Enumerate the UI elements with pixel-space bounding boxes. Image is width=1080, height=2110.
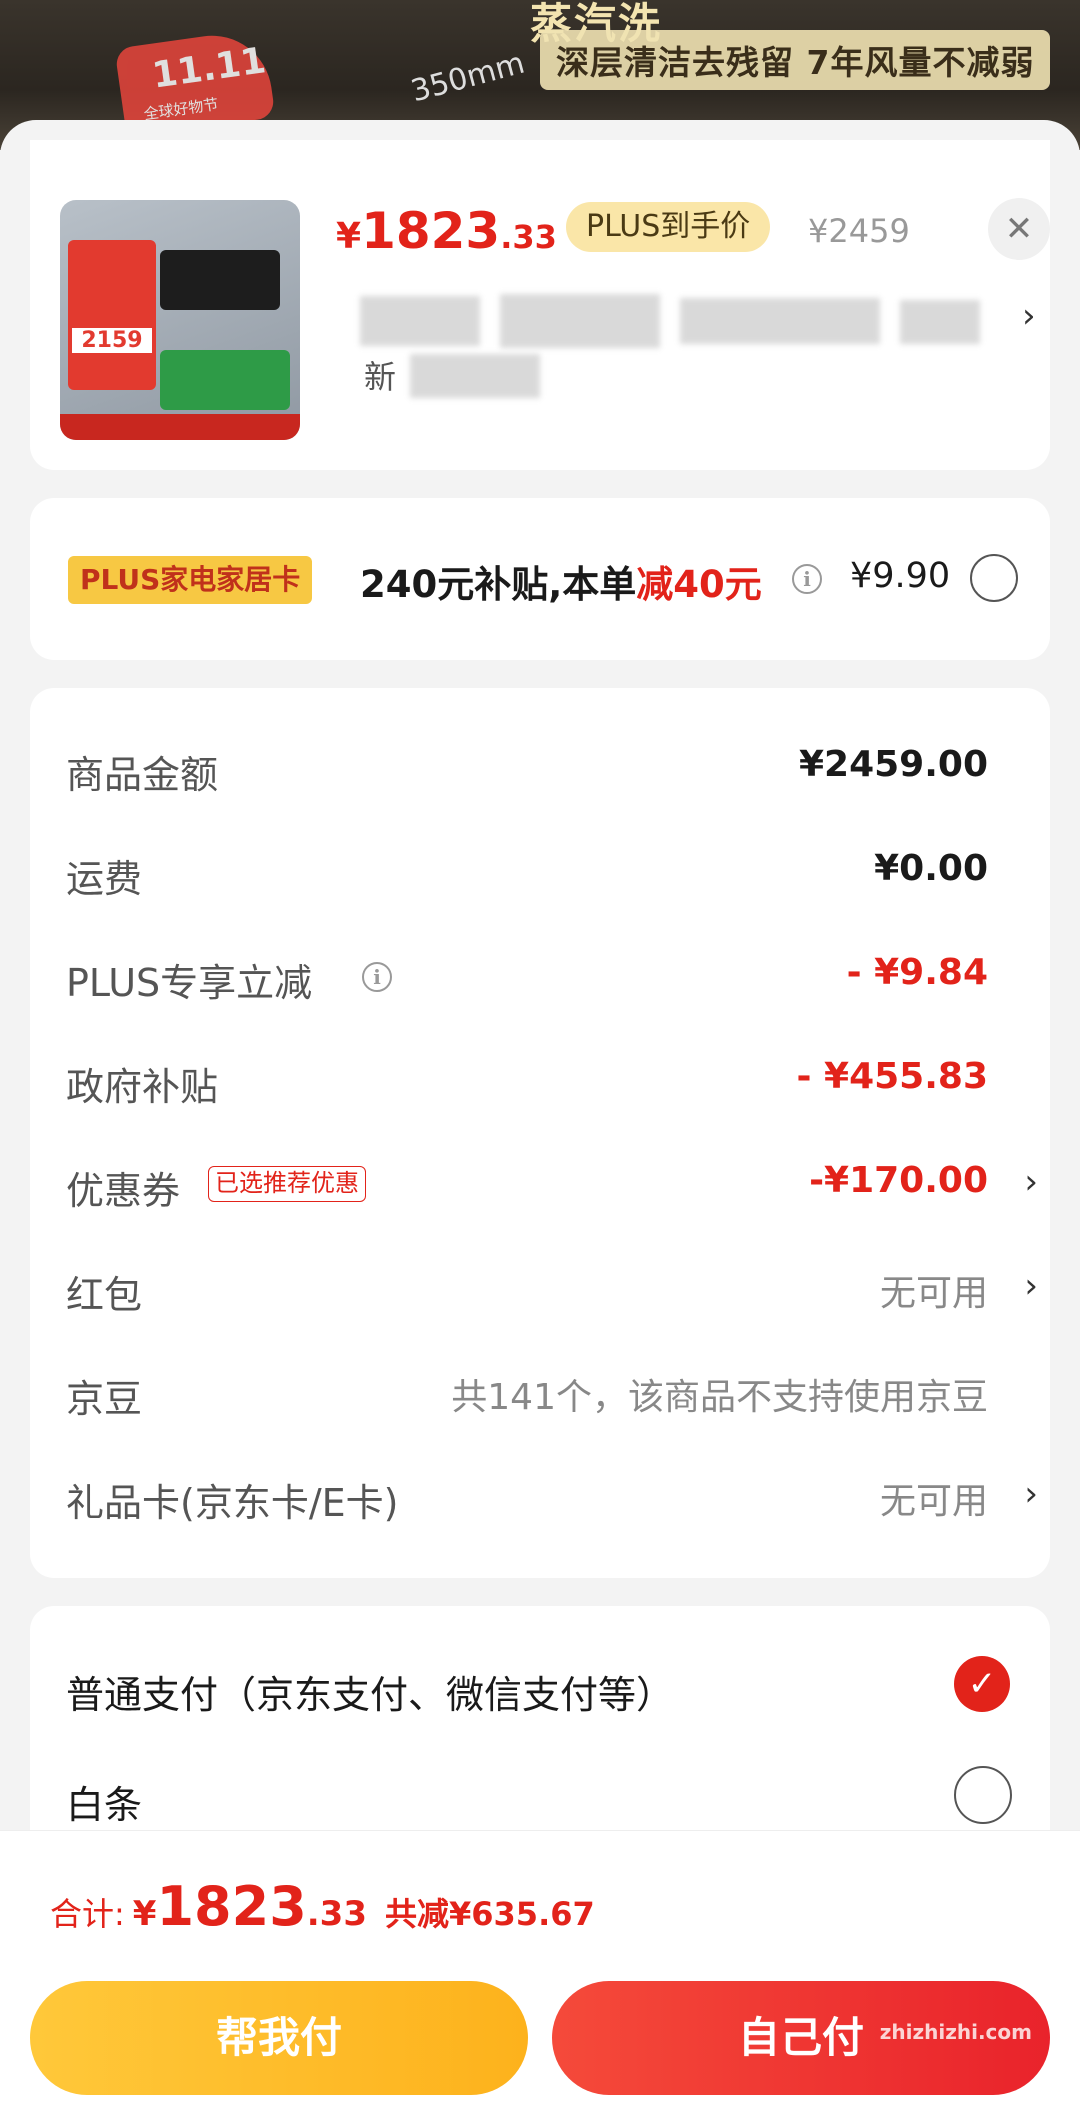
chevron-right-icon[interactable]: › [1024,1162,1038,1202]
total-decimal: .33 [306,1894,367,1934]
chevron-right-icon[interactable]: › [1024,1474,1038,1514]
watermark-logo: 值值值 [883,1891,1028,1945]
payment-option-normal[interactable]: 普通支付（京东支付、微信支付等） [66,1656,1016,1717]
self-pay-button[interactable]: 自己付 值值值 zhizhizhi.com [552,1891,1050,2095]
logo-title: 11.11 [149,40,269,97]
watermark: 值值值 zhizhizhi.com [880,1861,1032,2089]
fee-breakdown: 商品金额 ¥2459.00 运费 ¥0.00 PLUS专享立减 i - ¥9.8… [30,688,1050,1578]
product-summary: 2159 ¥ 1823 .33 PLUS到手价 ¥2459 ✕ 新 › [30,140,1050,470]
range-hood-image [160,250,280,310]
total-saved: 共减¥635.67 [385,1895,595,1933]
size-label: 350mm [407,45,529,110]
price-decimal: .33 [500,218,557,256]
product-title-fragment: 新 [364,358,397,396]
payment-option-baitiao[interactable]: 白条 [66,1766,1016,1827]
fee-row-shipping: 运费 ¥0.00 [66,840,1016,901]
payment-label: 白条 [66,1783,143,1827]
fee-row-jingdou: 京豆 共141个，该商品不支持使用京豆 [66,1360,1016,1421]
watermark-url: zhizhizhi.com [879,2020,1032,2044]
chevron-right-icon[interactable]: › [1022,296,1036,336]
fee-value: -¥170.00 [809,1160,988,1201]
fee-value: 共141个，该商品不支持使用京豆 [451,1377,988,1418]
payment-label: 普通支付（京东支付、微信支付等） [66,1673,675,1717]
fee-label: 优惠券 [66,1169,181,1213]
thumb-price-tag: 2159 [68,240,156,390]
fee-label: 京豆 [66,1377,143,1421]
plus-desc-highlight: 减40元 [636,563,762,606]
banner-slogan-tag: 深层清洁去残留 7年风量不减弱 [540,30,1051,90]
fee-value: - ¥455.83 [796,1056,988,1097]
close-icon[interactable]: ✕ [988,198,1050,260]
thumb-footer-strip [60,414,300,440]
subsidy-badge-image [160,350,290,410]
fee-label: 红包 [66,1273,143,1317]
fee-row-plus-discount: PLUS专享立减 i - ¥9.84 [66,944,1016,1005]
total-symbol: ¥ [132,1894,157,1934]
plus-desc-prefix: 240元补贴,本单 [360,563,637,606]
fee-row-red-packet[interactable]: 红包 无可用 › [66,1256,1038,1317]
info-icon[interactable]: i [792,564,822,594]
self-pay-label: 自己付 [737,2013,864,2062]
chevron-right-icon[interactable]: › [1024,1266,1038,1306]
plus-card-price: ¥9.90 [850,556,951,596]
total-label: 合计: [50,1895,125,1933]
fee-value: - ¥9.84 [846,952,988,993]
fee-value: 无可用 [879,1481,988,1522]
thumb-price: 2159 [72,328,152,353]
fee-row-gift-card[interactable]: 礼品卡(京东卡/E卡) 无可用 › [66,1464,1038,1525]
checkout-sheet: 2159 ¥ 1823 .33 PLUS到手价 ¥2459 ✕ 新 › PLUS… [0,120,1080,2110]
product-price: ¥ 1823 .33 [336,202,557,260]
price-symbol: ¥ [336,216,362,257]
fee-row-coupon[interactable]: 优惠券 已选推荐优惠 -¥170.00 › [66,1152,1038,1213]
checkout-footer: 合计: ¥ 1823 .33 共减¥635.67 帮我付 自己付 值值值 zhi… [0,1830,1080,2110]
fee-label: PLUS专享立减 [66,961,313,1005]
total-integer: 1823 [156,1875,307,1938]
fee-value: 无可用 [879,1273,988,1314]
product-title-blurred[interactable]: 新 [350,290,990,400]
plus-price-tag: PLUS到手价 [566,202,771,252]
plus-card-description: 240元补贴,本单减40元 [360,554,762,608]
baitiao-radio[interactable] [954,1766,1012,1824]
fee-value: ¥0.00 [874,848,988,889]
coupon-selected-tag: 已选推荐优惠 [208,1166,366,1202]
fee-row-goods: 商品金额 ¥2459.00 [66,736,1016,797]
plus-card-badge: PLUS家电家居卡 [68,556,313,604]
price-integer: 1823 [361,202,501,260]
original-price: ¥2459 [808,212,910,250]
fee-row-gov-subsidy: 政府补贴 - ¥455.83 [66,1048,1016,1109]
plus-card-offer[interactable]: PLUS家电家居卡 240元补贴,本单减40元 i ¥9.90 [30,498,1050,660]
order-total: 合计: ¥ 1823 .33 共减¥635.67 [50,1875,595,1938]
fee-value: ¥2459.00 [798,744,988,785]
help-pay-button[interactable]: 帮我付 [30,1981,528,2095]
fee-label: 运费 [66,857,143,901]
info-icon[interactable]: i [362,962,392,992]
fee-label: 政府补贴 [66,1065,219,1109]
check-icon[interactable]: ✓ [954,1656,1010,1712]
product-thumbnail[interactable]: 2159 [60,200,300,440]
plus-card-radio[interactable] [970,554,1018,602]
fee-label: 礼品卡(京东卡/E卡) [66,1481,399,1525]
fee-label: 商品金额 [66,753,219,797]
